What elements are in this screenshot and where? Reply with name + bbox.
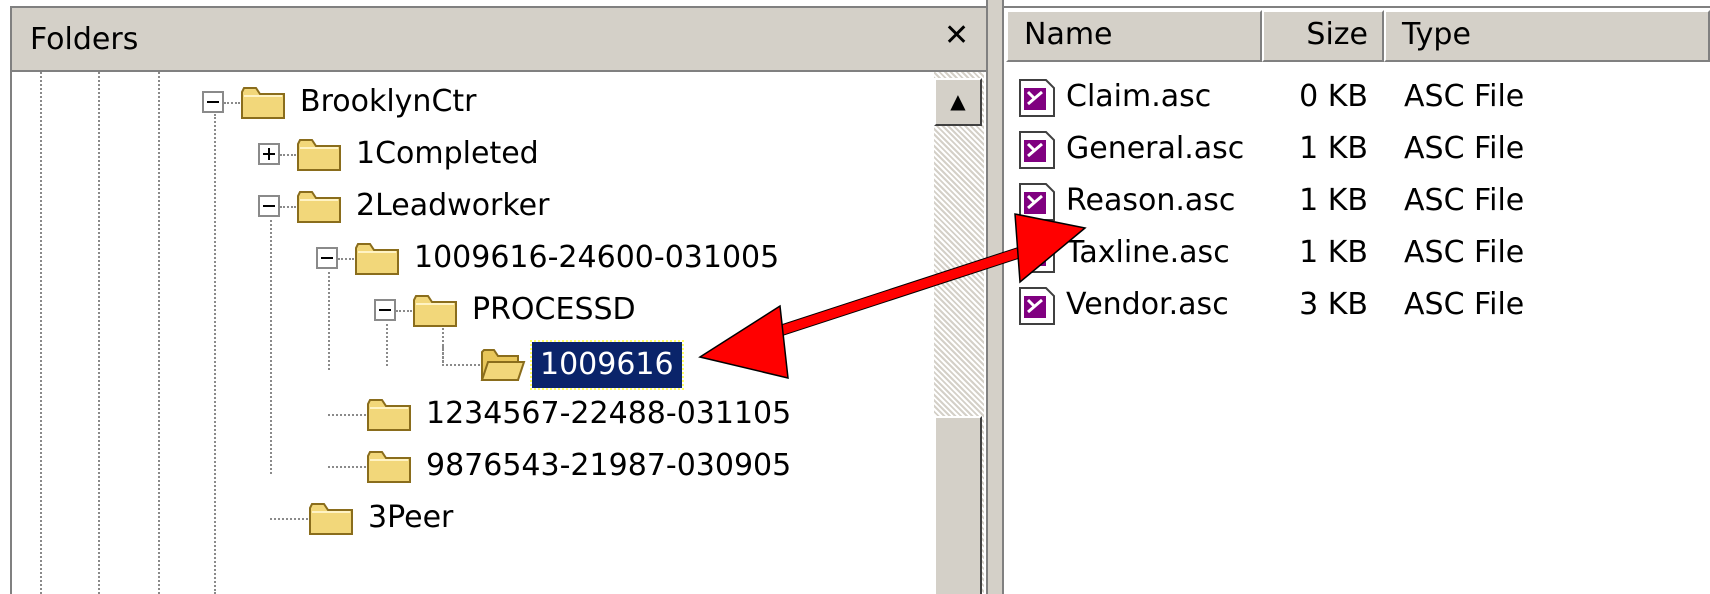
- arrow-head-right: [1014, 213, 1087, 284]
- double-arrow-annotation: [698, 213, 1087, 379]
- arrow-head-left: [698, 304, 789, 379]
